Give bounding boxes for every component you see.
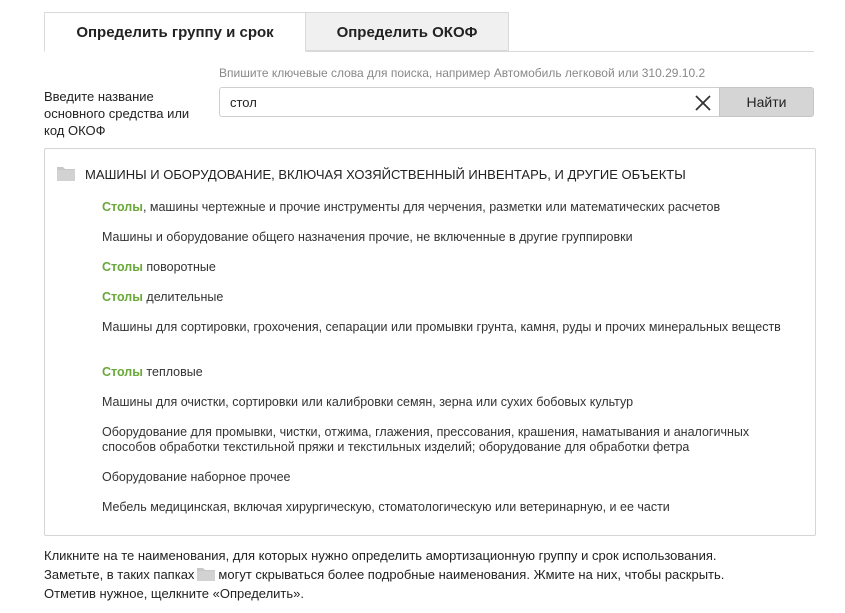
instructions: Кликните на те наименования, для которых… [44,546,824,603]
result-item[interactable]: Мебель медицинская, включая хирургическу… [102,500,792,515]
result-item[interactable]: Машины для сортировки, грохочения, сепар… [102,320,792,335]
result-text: Машины для сортировки, грохочения, сепар… [102,320,781,334]
result-item[interactable]: Столы, машины чертежные и прочие инструм… [102,200,792,215]
folder-title: МАШИНЫ И ОБОРУДОВАНИЕ, ВКЛЮЧАЯ ХОЗЯЙСТВЕ… [85,167,686,182]
result-text: Оборудование для промывки, чистки, отжим… [102,425,750,454]
result-text: Машины для очистки, сортировки или калиб… [102,395,634,409]
result-text: Машины и оборудование общего назначения … [102,230,633,244]
find-button[interactable]: Найти [719,87,814,117]
result-text: , машины чертежные и прочие инструменты … [142,200,721,214]
result-item[interactable]: Столы делительные [102,290,792,305]
result-keyword: Столы [102,200,143,214]
result-item[interactable]: Столы поворотные [102,260,792,275]
instructions-line-2-end: могут скрываться более подробные наимено… [218,567,725,582]
result-item[interactable]: Столы тепловые [102,365,792,380]
result-text: Оборудование наборное прочее [102,470,291,484]
result-item[interactable]: Оборудование для промывки, чистки, отжим… [102,425,792,455]
instructions-line-1: Кликните на те наименования, для которых… [44,548,717,563]
close-icon[interactable] [693,93,713,113]
tab-bar: Определить группу и срок Определить ОКОФ [44,12,814,52]
result-text: Мебель медицинская, включая хирургическу… [102,500,670,514]
folder-icon [197,568,216,581]
instructions-line-2: Заметьте, в таких папках могут скрываться… [44,565,824,584]
tab-determine-okof[interactable]: Определить ОКОФ [306,12,509,51]
result-keyword: Столы [102,260,143,274]
result-item[interactable]: Оборудование наборное прочее [102,470,792,485]
results-panel: МАШИНЫ И ОБОРУДОВАНИЕ, ВКЛЮЧАЯ ХОЗЯЙСТВЕ… [44,148,816,536]
search-label: Введите название основного средства или … [44,89,190,138]
result-text: поворотные [142,260,216,274]
tab-determine-group[interactable]: Определить группу и срок [44,12,306,52]
search-input[interactable] [220,88,680,116]
result-item[interactable]: Машины и оборудование общего назначения … [102,230,792,245]
result-item[interactable]: Машины для очистки, сортировки или калиб… [102,395,792,410]
folder-icon [57,167,75,181]
result-keyword: Столы [102,290,143,304]
result-text: делительные [142,290,224,304]
search-field [219,87,719,117]
result-keyword: Столы [102,365,143,379]
instructions-line-2-start: Заметьте, в таких папках [44,567,195,582]
result-text: тепловые [142,365,203,379]
instructions-line-3: Отметив нужное, щелкните «Определить». [44,586,304,601]
search-hint: Впишите ключевые слова для поиска, напри… [219,66,706,80]
